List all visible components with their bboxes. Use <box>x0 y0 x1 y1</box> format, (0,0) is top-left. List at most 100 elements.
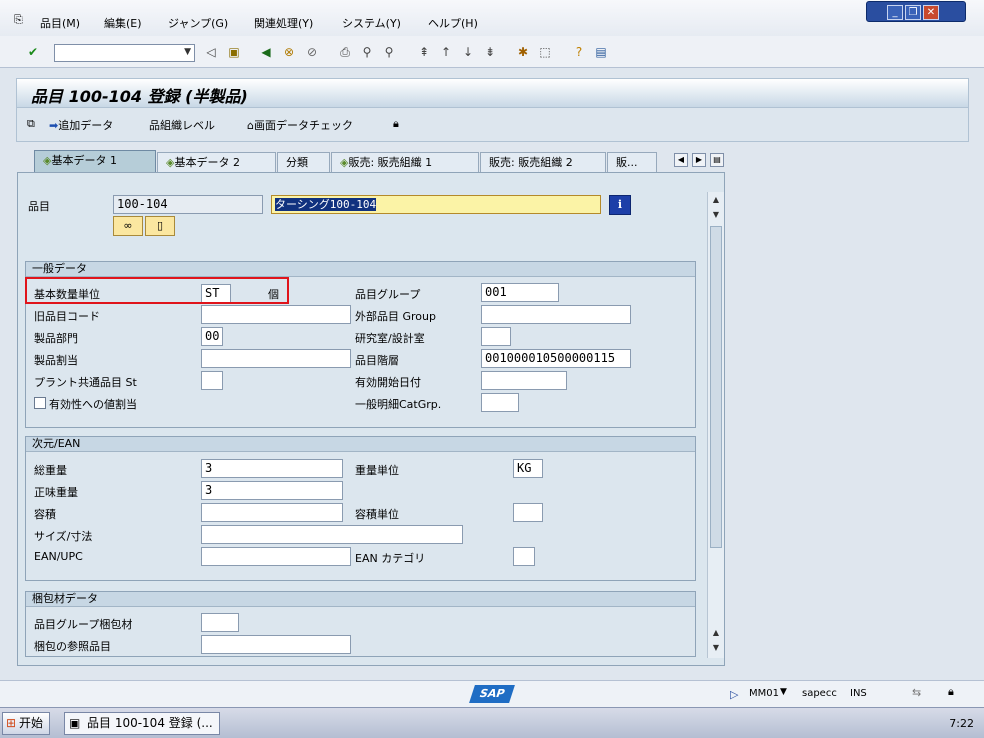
description-text: ターシング100-104 <box>275 198 377 211</box>
volume-unit-label: 容積単位 <box>355 508 399 521</box>
next-page-icon[interactable]: ↓ <box>460 44 476 60</box>
hierarchy-field[interactable]: 001000010500000115 <box>481 349 631 368</box>
screen-check-button[interactable]: ⌂画面データチェック <box>247 117 353 133</box>
ext-group-field[interactable] <box>481 305 631 324</box>
menu-material[interactable]: 品目(M) <box>40 15 80 31</box>
item-cat-field[interactable] <box>481 393 519 412</box>
menu-system[interactable]: システム(Y) <box>342 15 401 31</box>
info-icon[interactable]: i <box>609 195 631 215</box>
plant-status-field[interactable] <box>201 371 223 390</box>
product-alloc-field[interactable] <box>201 349 351 368</box>
document-icon[interactable]: ▯ <box>145 216 175 236</box>
lock-icon[interactable]: 🔒︎ <box>393 117 399 131</box>
org-level-button[interactable]: 品組織レベル <box>149 117 215 133</box>
gross-weight-field[interactable]: 3 <box>201 459 343 478</box>
status-mode[interactable]: INS <box>850 688 867 699</box>
menu-related[interactable]: 関連処理(Y) <box>254 15 313 31</box>
net-weight-field[interactable]: 3 <box>201 481 343 500</box>
hierarchy-label: 品目階層 <box>355 354 399 367</box>
tab-basic-data-2[interactable]: ◈基本データ 2 <box>157 152 276 172</box>
weight-unit-field[interactable]: KG <box>513 459 543 478</box>
matgroup-pack-field[interactable] <box>201 613 239 632</box>
old-material-field[interactable] <box>201 305 351 324</box>
tab-prev-icon[interactable]: ◀ <box>674 153 688 167</box>
menu-jump[interactable]: ジャンプ(G) <box>168 15 228 31</box>
ean-field[interactable] <box>201 547 351 566</box>
title-panel: 品目 100-104 登録 (半製品) <box>16 78 969 108</box>
ean-category-field[interactable] <box>513 547 535 566</box>
new-session-icon[interactable]: ✱ <box>515 44 531 60</box>
menu-bar: ⎘ 品目(M) 編集(E) ジャンプ(G) 関連処理(Y) システム(Y) ヘル… <box>0 0 984 36</box>
scroll-up-icon[interactable]: ▲ <box>710 628 722 637</box>
tab-sales-org-2[interactable]: 販売: 販売組織 2 <box>480 152 606 172</box>
last-page-icon[interactable]: ⇟ <box>482 44 498 60</box>
volume-field[interactable] <box>201 503 343 522</box>
menu-help[interactable]: ヘルプ(H) <box>428 15 478 31</box>
close-icon[interactable]: ✕ <box>923 5 939 20</box>
volume-label: 容積 <box>34 508 56 521</box>
back-icon[interactable]: ◀ <box>258 44 274 60</box>
system-toolbar: ✔ ▼ ◁ ▣ ◀ ⊗ ⊘ ⎙ ⚲ ⚲ ⇞ ↑ ↓ ⇟ ✱ ⬚ ? ▤ <box>0 36 984 68</box>
division-field[interactable]: 00 <box>201 327 223 346</box>
taskbar-item[interactable]: ▣ 品目 100-104 登録 (... <box>64 712 220 735</box>
first-page-icon[interactable]: ⇞ <box>416 44 432 60</box>
material-field: 100-104 <box>113 195 263 214</box>
tab-list-icon[interactable]: ▤ <box>710 153 724 167</box>
find-icon[interactable]: ⚲ <box>359 44 375 60</box>
glasses-icon[interactable]: ∞ <box>113 216 143 236</box>
matgroup-pack-label: 品目グループ梱包材 <box>34 618 133 631</box>
prev-page-icon[interactable]: ↑ <box>438 44 454 60</box>
app-menu-icon[interactable]: ⎘ <box>14 13 23 27</box>
material-group-field[interactable]: 001 <box>481 283 559 302</box>
scroll-down-icon[interactable]: ▼ <box>710 643 722 652</box>
net-weight-label: 正味重量 <box>34 486 78 499</box>
cancel-icon[interactable]: ⊘ <box>304 44 320 60</box>
ref-material-field[interactable] <box>201 635 351 654</box>
ext-group-label: 外部品目 Group <box>355 310 436 323</box>
tab-next-icon[interactable]: ▶ <box>692 153 706 167</box>
print-icon[interactable]: ⎙ <box>337 44 353 60</box>
tab-classification[interactable]: 分類 <box>277 152 330 172</box>
tab-more[interactable]: 販... <box>607 152 657 172</box>
page-title: 品目 100-104 登録 (半製品) <box>31 87 248 106</box>
size-field[interactable] <box>201 525 463 544</box>
description-field[interactable]: ターシング100-104 <box>271 195 601 214</box>
scroll-thumb[interactable] <box>710 226 722 548</box>
valid-from-field[interactable] <box>481 371 567 390</box>
chevron-down-icon[interactable]: ▼ <box>780 687 787 697</box>
minimize-icon[interactable]: _ <box>887 5 903 20</box>
shortcut-icon[interactable]: ⬚ <box>537 44 553 60</box>
help-icon[interactable]: ? <box>571 44 587 60</box>
scroll-up-icon[interactable]: ▲ <box>710 195 722 204</box>
size-label: サイズ/寸法 <box>34 530 93 543</box>
save-icon[interactable]: ▣ <box>226 44 242 60</box>
volume-unit-field[interactable] <box>513 503 543 522</box>
find-next-icon[interactable]: ⚲ <box>381 44 397 60</box>
taskbar: ⊞ 开始 ▣ 品目 100-104 登録 (... 7:22 <box>0 707 984 738</box>
validity-label: 有効性への値割当 <box>49 398 137 411</box>
start-button[interactable]: ⊞ 开始 <box>2 712 50 735</box>
lock-status-icon: 🔒︎ <box>948 685 954 698</box>
enter-check-icon[interactable]: ✔ <box>25 44 41 60</box>
sap-logo: SAP <box>469 685 515 703</box>
scroll-up-icon[interactable]: ▼ <box>710 210 722 219</box>
status-bar: SAP ▷ MM01 ▼ sapecc INS ⇆ 🔒︎ <box>0 680 984 707</box>
tab-basic-data-1[interactable]: ◈基本データ 1 <box>34 150 156 173</box>
chevron-down-icon[interactable]: ▼ <box>184 47 191 57</box>
tab-sales-org-1[interactable]: ◈販売: 販売組織 1 <box>331 152 479 172</box>
layout-icon[interactable]: ▤ <box>593 44 609 60</box>
validity-checkbox[interactable] <box>34 397 46 409</box>
back-arrow-icon[interactable]: ◁ <box>203 44 219 60</box>
exit-icon[interactable]: ⊗ <box>281 44 297 60</box>
other-material-icon[interactable]: ⧉ <box>27 117 35 131</box>
menu-edit[interactable]: 編集(E) <box>104 15 142 31</box>
check-screen-icon: ⌂ <box>247 119 254 132</box>
add-data-button[interactable]: ➡追加データ <box>49 117 113 133</box>
restore-icon[interactable]: ❐ <box>905 5 921 20</box>
plant-status-label: プラント共通品目 St <box>34 376 137 389</box>
command-field[interactable]: ▼ <box>54 44 195 62</box>
gross-weight-label: 総重量 <box>34 464 67 477</box>
lab-field[interactable] <box>481 327 511 346</box>
status-toggle-icon[interactable]: ▷ <box>730 688 738 701</box>
vertical-scrollbar[interactable]: ▲ ▼ ▲ ▼ <box>707 192 724 658</box>
